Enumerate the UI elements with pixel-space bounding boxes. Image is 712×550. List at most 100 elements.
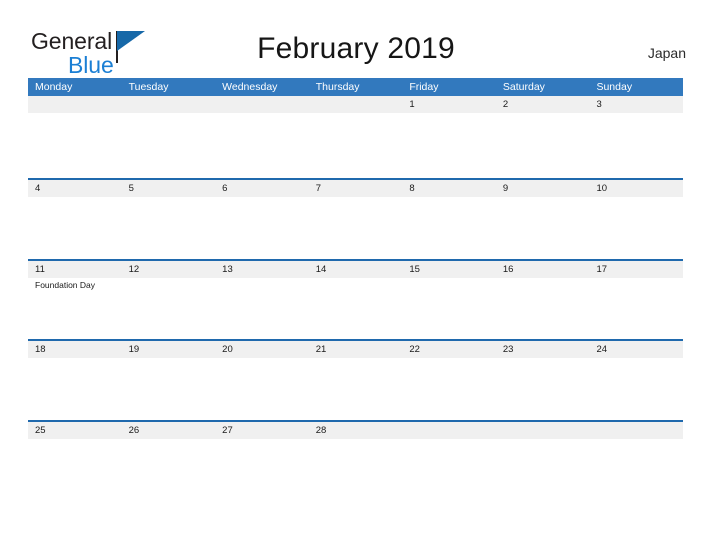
day-cell[interactable]: 19 (122, 341, 216, 358)
page-title: February 2019 (257, 32, 455, 65)
day-events[interactable] (215, 278, 309, 339)
day-events[interactable] (215, 358, 309, 419)
day-events[interactable]: Foundation Day (28, 278, 122, 339)
day-cell[interactable]: 12 (122, 261, 216, 278)
day-cell[interactable]: 4 (28, 180, 122, 197)
day-number: 26 (128, 424, 140, 436)
day-cell[interactable]: 8 (402, 180, 496, 197)
day-cell[interactable] (589, 422, 683, 439)
weekday-header-sunday: Sunday (596, 81, 633, 93)
day-cell[interactable] (309, 96, 403, 113)
day-events[interactable] (589, 278, 683, 339)
day-events[interactable] (28, 358, 122, 419)
day-events[interactable] (496, 278, 590, 339)
day-number: 10 (596, 183, 608, 194)
day-events[interactable] (402, 113, 496, 174)
day-events[interactable] (309, 197, 403, 258)
day-number: 17 (596, 263, 608, 275)
day-cell[interactable] (122, 96, 216, 113)
day-number: 24 (596, 344, 608, 355)
day-number: 5 (128, 183, 134, 194)
day-cell[interactable]: 25 (28, 422, 122, 439)
day-cell[interactable] (496, 422, 590, 439)
week-date-band: 4 5 6 7 8 9 10 (28, 180, 683, 197)
day-cell[interactable]: 27 (215, 422, 309, 439)
day-number: 6 (222, 183, 228, 194)
day-events[interactable] (122, 278, 216, 339)
day-number: 9 (502, 183, 509, 194)
day-cell[interactable]: 28 (309, 422, 403, 439)
day-events[interactable] (122, 197, 216, 258)
day-cell[interactable]: 5 (122, 180, 216, 197)
day-events[interactable] (215, 439, 309, 500)
day-events[interactable] (122, 358, 216, 419)
day-events[interactable] (496, 197, 590, 258)
day-events[interactable] (402, 278, 496, 339)
day-events[interactable] (496, 113, 590, 174)
day-number: 2 (502, 99, 509, 110)
weekday-header-saturday: Saturday (502, 81, 545, 93)
day-number: 4 (35, 183, 41, 194)
day-cell[interactable]: 3 (589, 96, 683, 113)
day-cell[interactable]: 9 (496, 180, 590, 197)
day-cell[interactable]: 18 (28, 341, 122, 358)
day-cell[interactable]: 7 (309, 180, 403, 197)
day-cell[interactable]: 11 (28, 261, 122, 278)
day-events[interactable] (122, 439, 216, 500)
country-label: Japan (647, 45, 686, 61)
week-events-band (28, 358, 683, 419)
day-events[interactable] (589, 197, 683, 258)
calendar-week-row: 1 2 3 (28, 96, 683, 178)
day-events[interactable] (309, 439, 403, 500)
day-cell[interactable] (215, 96, 309, 113)
day-number: 1 (409, 99, 415, 110)
day-events[interactable] (28, 439, 122, 500)
day-cell[interactable]: 20 (215, 341, 309, 358)
weekday-header-monday: Monday (35, 81, 73, 93)
day-number: 14 (315, 263, 327, 275)
day-events[interactable] (496, 358, 590, 419)
day-number: 22 (409, 344, 420, 355)
day-cell[interactable]: 6 (215, 180, 309, 197)
week-date-band: 18 19 20 21 22 23 24 (28, 341, 683, 358)
day-events[interactable] (589, 439, 683, 500)
day-events[interactable] (402, 439, 496, 500)
day-cell[interactable]: 17 (589, 261, 683, 278)
day-events[interactable] (309, 278, 403, 339)
day-cell[interactable]: 13 (215, 261, 309, 278)
day-events[interactable] (589, 358, 683, 419)
day-cell[interactable]: 21 (309, 341, 403, 358)
holiday-label: Foundation Day (35, 279, 96, 290)
weekday-header-row: Monday Tuesday Wednesday Thursday Friday… (28, 78, 683, 96)
day-events[interactable] (28, 197, 122, 258)
day-events[interactable] (215, 197, 309, 258)
weekday-header-friday: Friday (409, 81, 439, 93)
day-cell[interactable]: 15 (402, 261, 496, 278)
day-cell[interactable]: 22 (402, 341, 496, 358)
day-cell[interactable]: 10 (589, 180, 683, 197)
day-number: 13 (222, 263, 233, 275)
day-events[interactable] (309, 358, 403, 419)
day-cell[interactable]: 14 (309, 261, 403, 278)
day-cell[interactable]: 2 (496, 96, 590, 113)
day-events[interactable] (215, 113, 309, 174)
day-cell[interactable]: 1 (402, 96, 496, 113)
week-events-band (28, 439, 683, 500)
day-cell[interactable]: 24 (589, 341, 683, 358)
day-cell[interactable] (28, 96, 122, 113)
day-events[interactable] (402, 358, 496, 419)
calendar-week-row: 18 19 20 21 22 23 24 (28, 339, 683, 420)
day-cell[interactable]: 26 (122, 422, 216, 439)
day-events[interactable] (309, 113, 403, 174)
day-number: 16 (502, 263, 514, 275)
day-cell[interactable]: 16 (496, 261, 590, 278)
day-cell[interactable] (402, 422, 496, 439)
day-events[interactable] (402, 197, 496, 258)
week-events-band (28, 197, 683, 258)
day-cell[interactable]: 23 (496, 341, 590, 358)
day-events[interactable] (28, 113, 122, 174)
day-events[interactable] (122, 113, 216, 174)
day-events[interactable] (496, 439, 590, 500)
day-events[interactable] (589, 113, 683, 174)
day-number: 25 (35, 424, 46, 436)
